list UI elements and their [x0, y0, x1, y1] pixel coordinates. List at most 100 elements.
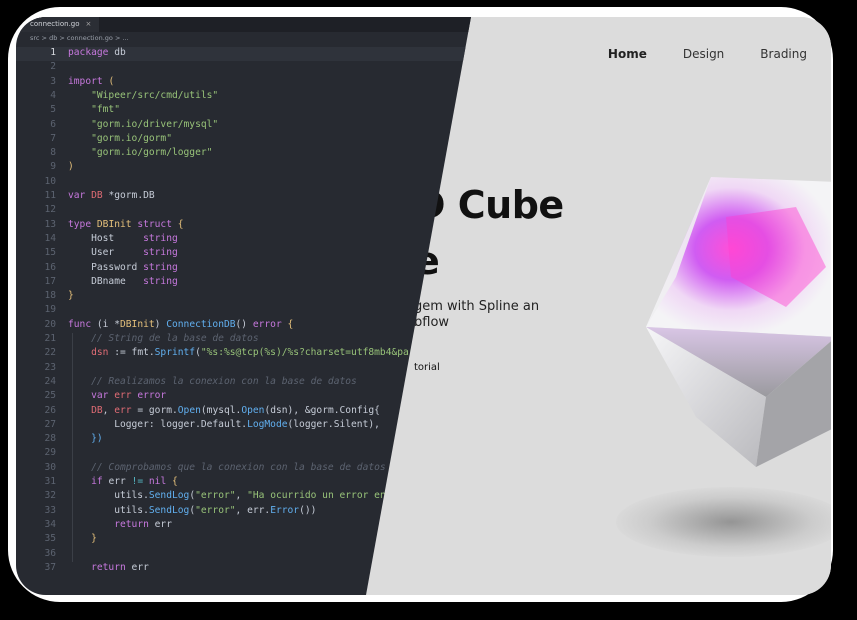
code-token: Error: [270, 504, 300, 516]
code-token: package: [68, 47, 109, 58]
line-number: 34: [44, 518, 56, 530]
code-token: "fmt": [91, 104, 120, 116]
line-number: 21: [44, 333, 56, 344]
hero-subtitle: gem with Spline an bflow: [414, 299, 540, 330]
code-line: "gorm.io/driver/mysql": [68, 119, 218, 130]
code-token: {: [172, 476, 178, 487]
line-number: 35: [44, 533, 56, 545]
line-number: 11: [44, 190, 56, 201]
code-token: , err.: [235, 504, 271, 516]
code-token: utils.: [68, 504, 149, 516]
code-token: string: [143, 232, 178, 244]
code-token: DB: [91, 404, 103, 416]
line-number: 2: [50, 61, 56, 73]
indent-guide: [72, 333, 73, 562]
code-line: "Wipeer/src/cmd/utils": [68, 90, 218, 101]
code-line: "gorm.io/gorm": [68, 133, 172, 144]
code-token: if: [91, 476, 103, 487]
code-token: ): [68, 161, 74, 173]
tab-connection-go[interactable]: connection.go ×: [16, 17, 100, 32]
nav-design[interactable]: Design: [683, 47, 724, 61]
nav-brading[interactable]: Brading: [760, 47, 807, 61]
code-token: err: [114, 390, 132, 402]
line-number: 16: [44, 261, 56, 273]
code-line: func (i *DBInit) ConnectionDB() error {: [68, 319, 293, 330]
code-token: err: [148, 518, 172, 530]
code-token: DBname: [68, 275, 144, 287]
line-number: 29: [44, 447, 56, 459]
code-line: var DB *gorm.DB: [68, 190, 155, 201]
code-line: Host string: [68, 233, 178, 244]
code-line: DB, err = gorm.Open(mysql.Open(dsn), &go…: [68, 405, 380, 416]
code-token: ): [154, 318, 167, 330]
code-line: DBname string: [68, 276, 178, 287]
code-token: LogMode: [247, 418, 288, 430]
code-token: DBInit: [120, 318, 155, 330]
code-token: *gorm.DB: [102, 190, 155, 201]
code-token: ,: [102, 404, 115, 416]
hero-link[interactable]: torial: [414, 362, 440, 373]
line-number: 14: [44, 232, 56, 244]
line-number: 30: [44, 461, 56, 473]
code-line: // String de la base de datos: [68, 333, 259, 344]
code-token: := fmt.: [108, 347, 155, 359]
line-number: 18: [44, 290, 56, 302]
code-line: type DBInit struct {: [68, 219, 184, 230]
code-token: return: [91, 561, 126, 573]
code-line: utils.SendLog("error", err.Error()): [68, 505, 316, 516]
code-token: db: [108, 47, 126, 58]
line-number: 26: [44, 404, 56, 416]
code-token: !=: [131, 476, 144, 487]
code-token: (logger.Silent),: [287, 418, 380, 430]
code-token: dsn: [91, 347, 109, 359]
code-token: var: [91, 390, 109, 402]
code-line: "gorm.io/gorm/logger": [68, 147, 212, 158]
code-token: DB: [91, 190, 103, 201]
line-number: 37: [44, 561, 56, 573]
code-token: User: [68, 247, 144, 259]
line-number: 23: [44, 361, 56, 373]
code-token: Host: [68, 232, 144, 244]
code-line: Password string: [68, 262, 178, 273]
code-token: ConnectionDB: [166, 318, 236, 330]
code-token: ,: [235, 490, 248, 502]
cube-shadow: [616, 487, 831, 557]
code-token: DBInit: [96, 218, 132, 230]
code-token: = gorm.: [131, 404, 178, 416]
code-line: User string: [68, 247, 178, 258]
code-line: var err error: [68, 390, 166, 401]
line-number: 5: [50, 104, 56, 116]
nav-home[interactable]: Home: [608, 47, 647, 61]
close-icon[interactable]: ×: [86, 20, 92, 28]
code-line: package db: [68, 47, 126, 58]
code-token: var: [68, 190, 86, 201]
code-token: Sprintf: [154, 347, 196, 359]
code-token: (mysql.: [200, 404, 242, 416]
code-line: import (: [68, 76, 114, 87]
code-token: func: [68, 318, 92, 330]
line-number: 22: [44, 347, 56, 359]
code-token: Password: [68, 261, 144, 273]
editor-tab-bar: connection.go ×: [16, 17, 471, 32]
line-number: 7: [50, 132, 56, 144]
code-token: type: [68, 218, 92, 230]
line-number: 24: [44, 375, 56, 387]
code-token: error: [137, 390, 167, 402]
code-token: {: [287, 318, 294, 330]
code-line: if err != nil {: [68, 476, 178, 487]
code-token: {: [177, 218, 184, 230]
line-number: 19: [44, 304, 56, 316]
code-token: "error": [195, 490, 236, 502]
code-token: // Comprobamos que la conexion con la ba…: [91, 461, 386, 473]
line-number: 8: [50, 147, 56, 159]
code-token: error: [252, 318, 282, 330]
code-line: utils.SendLog("error", "Ha ocurrido un e…: [68, 490, 386, 501]
code-token: ()): [299, 504, 317, 516]
code-token: "gorm.io/gorm/logger": [91, 147, 213, 159]
code-token: "Wipeer/src/cmd/utils": [91, 89, 219, 101]
